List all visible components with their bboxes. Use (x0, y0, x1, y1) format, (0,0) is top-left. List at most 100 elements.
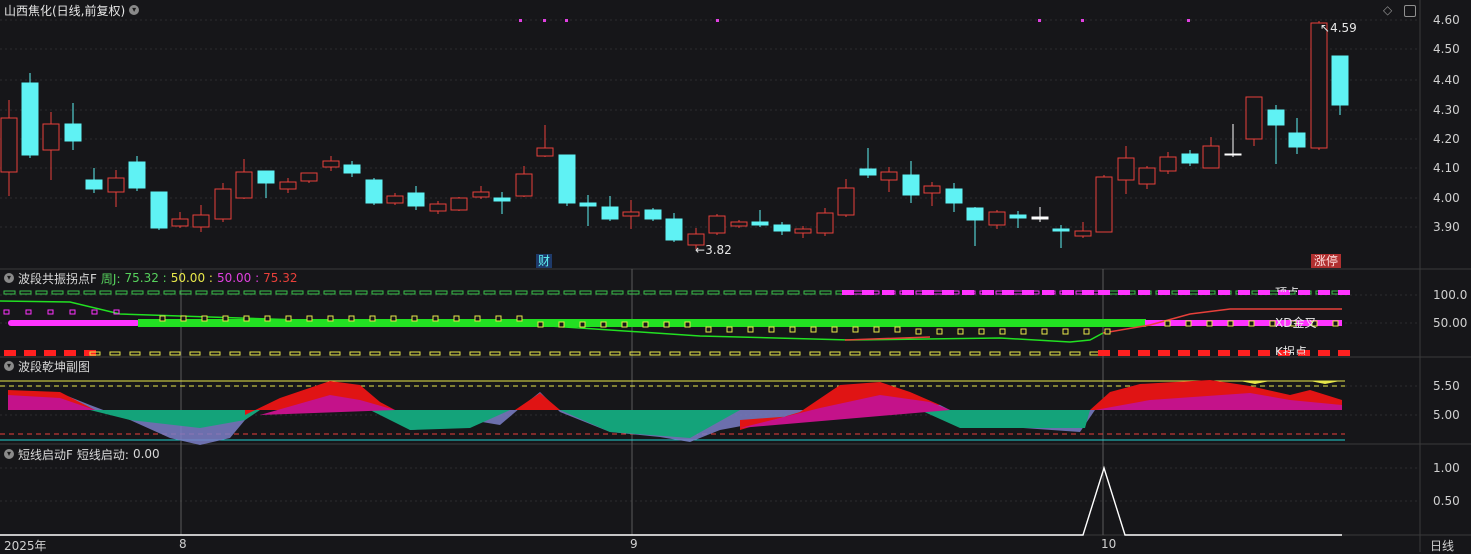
candle (365, 179, 383, 204)
panel3-tick: 1.00 (1433, 461, 1460, 475)
price-tick: 4.10 (1433, 161, 1460, 175)
panel1-indicator (0, 290, 1350, 356)
main-header: 山西焦化(日线,前复权) ▾ (4, 3, 140, 18)
panel2-indicator (0, 380, 1345, 445)
panel1-value-2: 50.00 : (170, 271, 213, 285)
candle (386, 195, 404, 204)
candle (214, 188, 232, 220)
panel2-name: 波段乾坤副图 (18, 359, 91, 374)
candlestick-series (0, 19, 1349, 249)
low-price-label: ←3.82 (695, 243, 732, 257)
candle (429, 203, 447, 212)
candle (1224, 153, 1242, 156)
chevron-down-icon[interactable]: ▾ (4, 273, 14, 283)
candle (279, 181, 297, 190)
finance-marker[interactable]: 财 (536, 254, 553, 268)
panel1-name: 波段共振拐点F (18, 271, 97, 286)
panel1-value-3: 50.00 : (216, 271, 260, 285)
candle (300, 172, 318, 182)
candle (450, 197, 468, 211)
k-turn-tag: K拐点 (1275, 345, 1307, 355)
candle (1138, 167, 1156, 185)
candle (107, 177, 125, 193)
candle (794, 228, 812, 234)
candle (859, 168, 877, 176)
candle (773, 224, 791, 232)
price-tick: 4.30 (1433, 103, 1460, 117)
main-title: 山西焦化(日线,前复权) (4, 3, 126, 18)
candle (579, 202, 597, 207)
diamond-icon[interactable]: ◇ (1383, 3, 1392, 17)
panel3-header: ▾ 短线启动F 短线启动: 0.00 (4, 447, 160, 462)
candle (1267, 109, 1285, 126)
candle (837, 187, 855, 216)
panel3-name: 短线启动F (18, 447, 73, 462)
price-tick: 3.90 (1433, 220, 1460, 234)
candle (515, 173, 533, 197)
panel2-tick: 5.00 (1433, 408, 1460, 422)
panel1-label-j: 周J: (100, 271, 121, 286)
limit-up-marker[interactable]: 涨停 (1311, 254, 1342, 268)
chevron-down-icon[interactable]: ▾ (4, 361, 14, 371)
candle (257, 170, 275, 184)
candle (1288, 132, 1306, 148)
candle (21, 82, 39, 156)
x-axis-label: 10 (1101, 537, 1117, 551)
price-tick: 4.20 (1433, 132, 1460, 146)
candle (1031, 216, 1049, 220)
candle (0, 117, 18, 173)
candle (343, 164, 361, 174)
panel1-value-1: 75.32 : (124, 271, 167, 285)
candle (192, 214, 210, 228)
candle (322, 160, 340, 168)
candle (988, 211, 1006, 226)
candle (880, 171, 898, 181)
candle (1074, 230, 1092, 237)
panel1-value-4: 75.32 (263, 271, 298, 285)
x-axis-label: 2025年 (4, 539, 47, 553)
panel2-tick: 5.50 (1433, 379, 1460, 393)
candle (1159, 156, 1177, 172)
candle (601, 206, 619, 220)
panel3-label: 短线启动: (76, 447, 129, 462)
period-selector[interactable]: 日线 (1430, 537, 1454, 554)
candle (1310, 22, 1328, 149)
price-tick: 4.50 (1433, 42, 1460, 56)
candle (64, 123, 82, 142)
settings-square-icon[interactable] (1404, 5, 1416, 17)
panel2-header: ▾ 波段乾坤副图 (4, 359, 91, 374)
panel1-tick: 100.0 (1433, 288, 1468, 302)
price-tick: 4.00 (1433, 191, 1460, 205)
candle (128, 161, 146, 189)
candle (1181, 153, 1199, 164)
candle (708, 215, 726, 234)
candle (902, 174, 920, 196)
panel3-tick: 0.50 (1433, 494, 1460, 508)
candle (85, 179, 103, 190)
panel3-value: 0.00 (132, 447, 160, 461)
candle (751, 221, 769, 226)
candle (1245, 96, 1263, 140)
candle (923, 185, 941, 194)
candle (1202, 145, 1220, 169)
candle (558, 154, 576, 204)
candle (150, 191, 168, 229)
chevron-down-icon[interactable]: ▾ (4, 449, 14, 459)
candle (1331, 55, 1349, 106)
candle (622, 211, 640, 217)
top-point-tag: 顶点 (1275, 286, 1299, 292)
high-price-label: ↖4.59 (1320, 21, 1357, 35)
candle (42, 123, 60, 151)
candle (536, 147, 554, 157)
price-tick: 4.40 (1433, 73, 1460, 87)
panel1-header: ▾ 波段共振拐点F 周J: 75.32 : 50.00 : 50.00 : 75… (4, 271, 298, 286)
candle (816, 212, 834, 234)
candle (493, 197, 511, 202)
candle (945, 188, 963, 204)
x-axis-label: 8 (179, 537, 187, 551)
chevron-down-icon[interactable]: ▾ (129, 5, 140, 15)
candle (171, 218, 189, 227)
candle (472, 191, 490, 198)
candle (1052, 228, 1070, 232)
candle (1009, 214, 1027, 219)
